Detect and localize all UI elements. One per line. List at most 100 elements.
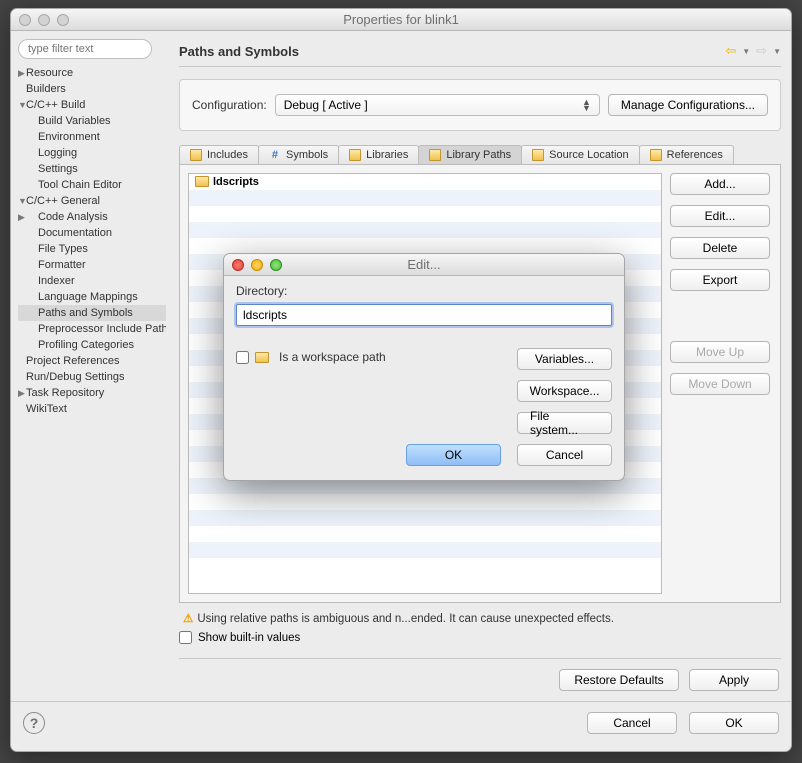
tab-references[interactable]: References	[639, 145, 734, 164]
warning-icon: ⚠	[183, 613, 193, 625]
page-title: Paths and Symbols	[179, 44, 725, 59]
configuration-select[interactable]: Debug [ Active ] ▲▼	[275, 94, 600, 116]
folder-icon	[255, 352, 269, 363]
show-builtin-checkbox[interactable]: Show built-in values	[179, 631, 781, 644]
select-arrows-icon: ▲▼	[582, 99, 591, 111]
dialog-ok-button[interactable]: OK	[406, 444, 501, 466]
list-row	[189, 542, 661, 558]
tree-item[interactable]: ▶Code Analysis	[18, 209, 166, 225]
dialog-title: Edit...	[224, 257, 624, 272]
tab-library-paths[interactable]: Library Paths	[418, 145, 522, 164]
tree-item[interactable]: Environment	[18, 129, 166, 145]
list-row	[189, 558, 661, 574]
tab-includes[interactable]: Includes	[179, 145, 259, 164]
configuration-label: Configuration:	[192, 98, 267, 112]
folder-icon	[429, 149, 441, 161]
list-row	[189, 206, 661, 222]
list-buttons: Add... Edit... Delete Export Move Up Mov…	[670, 165, 780, 602]
tree-item[interactable]: Build Variables	[18, 113, 166, 129]
settings-tree[interactable]: ▶ResourceBuilders▼C/C++ BuildBuild Varia…	[18, 65, 166, 417]
move-up-button[interactable]: Move Up	[670, 341, 770, 363]
apply-button[interactable]: Apply	[689, 669, 779, 691]
ok-button[interactable]: OK	[689, 712, 779, 734]
list-row	[189, 222, 661, 238]
tree-item[interactable]: Profiling Categories	[18, 337, 166, 353]
configuration-row: Configuration: Debug [ Active ] ▲▼ Manag…	[179, 79, 781, 131]
tree-item[interactable]: Project References	[18, 353, 166, 369]
tree-item[interactable]: Settings	[18, 161, 166, 177]
folder-icon	[195, 176, 209, 187]
titlebar[interactable]: Properties for blink1	[11, 9, 791, 31]
tab-libraries[interactable]: Libraries	[338, 145, 419, 164]
tree-item[interactable]: Run/Debug Settings	[18, 369, 166, 385]
dialog-cancel-button[interactable]: Cancel	[517, 444, 612, 466]
edit-button[interactable]: Edit...	[670, 205, 770, 227]
tree-item[interactable]: Logging	[18, 145, 166, 161]
list-row	[189, 510, 661, 526]
configuration-value: Debug [ Active ]	[284, 98, 368, 112]
tree-item[interactable]: Documentation	[18, 225, 166, 241]
nav-arrows: ⇦ ▼ ⇨ ▼	[725, 43, 781, 59]
directory-label: Directory:	[236, 284, 287, 298]
filter-input[interactable]	[18, 39, 152, 59]
tree-item[interactable]: Tool Chain Editor	[18, 177, 166, 193]
tab-bar: Includes#SymbolsLibrariesLibrary PathsSo…	[179, 145, 781, 164]
tree-item[interactable]: Paths and Symbols	[18, 305, 166, 321]
disclosure-icon[interactable]: ▶	[18, 210, 26, 224]
hash-icon: #	[269, 149, 281, 161]
list-row	[189, 238, 661, 254]
bottom-bar: ? Cancel OK	[11, 701, 791, 734]
workspace-path-input[interactable]	[236, 351, 249, 364]
help-icon[interactable]: ?	[23, 712, 45, 734]
restore-defaults-button[interactable]: Restore Defaults	[559, 669, 679, 691]
page-actions: Restore Defaults Apply	[179, 669, 781, 691]
add-button[interactable]: Add...	[670, 173, 770, 195]
list-row	[189, 190, 661, 206]
tree-item[interactable]: Indexer	[18, 273, 166, 289]
delete-button[interactable]: Delete	[670, 237, 770, 259]
variables-button[interactable]: Variables...	[517, 348, 612, 370]
workspace-path-checkbox[interactable]: Is a workspace path	[236, 350, 386, 364]
back-arrow-icon[interactable]: ⇦	[725, 43, 736, 59]
folder-icon	[190, 149, 202, 161]
manage-configurations-button[interactable]: Manage Configurations...	[608, 94, 768, 116]
disclosure-icon[interactable]: ▶	[18, 386, 26, 400]
show-builtin-label: Show built-in values	[198, 632, 300, 644]
tree-item[interactable]: Language Mappings	[18, 289, 166, 305]
workspace-path-label: Is a workspace path	[279, 350, 386, 364]
dialog-titlebar[interactable]: Edit...	[224, 254, 624, 276]
tab-symbols[interactable]: #Symbols	[258, 145, 339, 164]
tree-item[interactable]: Formatter	[18, 257, 166, 273]
filesystem-button[interactable]: File system...	[517, 412, 612, 434]
tree-item[interactable]: WikiText	[18, 401, 166, 417]
tree-item[interactable]: Preprocessor Include Paths	[18, 321, 166, 337]
list-row	[189, 494, 661, 510]
forward-arrow-icon[interactable]: ⇨	[756, 43, 767, 59]
list-row	[189, 526, 661, 542]
folder-icon	[349, 149, 361, 161]
tree-item[interactable]: Builders	[18, 81, 166, 97]
folder-icon	[650, 149, 662, 161]
tree-item[interactable]: ▼C/C++ General	[18, 193, 166, 209]
list-row[interactable]: ldscripts	[189, 174, 661, 190]
directory-input[interactable]	[236, 304, 612, 326]
workspace-button[interactable]: Workspace...	[517, 380, 612, 402]
cancel-button[interactable]: Cancel	[587, 712, 677, 734]
disclosure-icon[interactable]: ▼	[18, 98, 26, 112]
export-button[interactable]: Export	[670, 269, 770, 291]
tree-item[interactable]: File Types	[18, 241, 166, 257]
disclosure-icon[interactable]: ▼	[18, 194, 26, 208]
move-down-button[interactable]: Move Down	[670, 373, 770, 395]
tree-item[interactable]: ▼C/C++ Build	[18, 97, 166, 113]
window-title: Properties for blink1	[11, 12, 791, 27]
forward-menu-icon[interactable]: ▼	[773, 47, 781, 56]
tab-source-location[interactable]: Source Location	[521, 145, 640, 164]
back-menu-icon[interactable]: ▼	[742, 47, 750, 56]
show-builtin-input[interactable]	[179, 631, 192, 644]
tree-item[interactable]: ▶Task Repository	[18, 385, 166, 401]
warning-note: ⚠Using relative paths is ambiguous and n…	[179, 603, 781, 625]
page-header: Paths and Symbols ⇦ ▼ ⇨ ▼	[179, 37, 781, 67]
edit-dialog: Edit... Directory: Is a workspace path V…	[223, 253, 625, 481]
disclosure-icon[interactable]: ▶	[18, 66, 26, 80]
tree-item[interactable]: ▶Resource	[18, 65, 166, 81]
